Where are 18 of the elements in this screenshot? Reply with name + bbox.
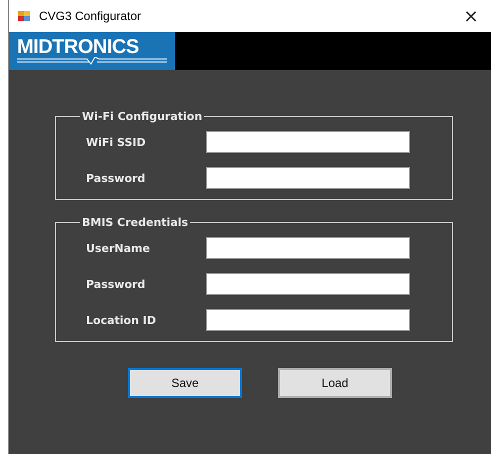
group-title: Wi-Fi Configuration	[81, 110, 204, 123]
field-label: UserName	[86, 242, 151, 254]
save-button[interactable]: Save	[128, 368, 242, 398]
load-button[interactable]: Load	[278, 368, 392, 398]
close-button[interactable]: ×	[451, 6, 491, 26]
field-label: Location ID	[86, 314, 157, 326]
app-icon	[17, 9, 31, 23]
input-field[interactable]	[206, 131, 410, 153]
field-label: Password	[86, 172, 146, 184]
field-label: WiFi SSID	[86, 136, 147, 148]
input-field[interactable]	[206, 309, 410, 331]
input-field[interactable]	[206, 237, 410, 259]
logo: MIDTRONICS	[9, 32, 175, 70]
group-title: BMIS Credentials	[81, 216, 190, 229]
window-title: CVG3 Configurator	[39, 9, 142, 23]
field-label: Password	[86, 278, 146, 290]
input-field[interactable]	[206, 167, 410, 189]
input-field[interactable]	[206, 273, 410, 295]
